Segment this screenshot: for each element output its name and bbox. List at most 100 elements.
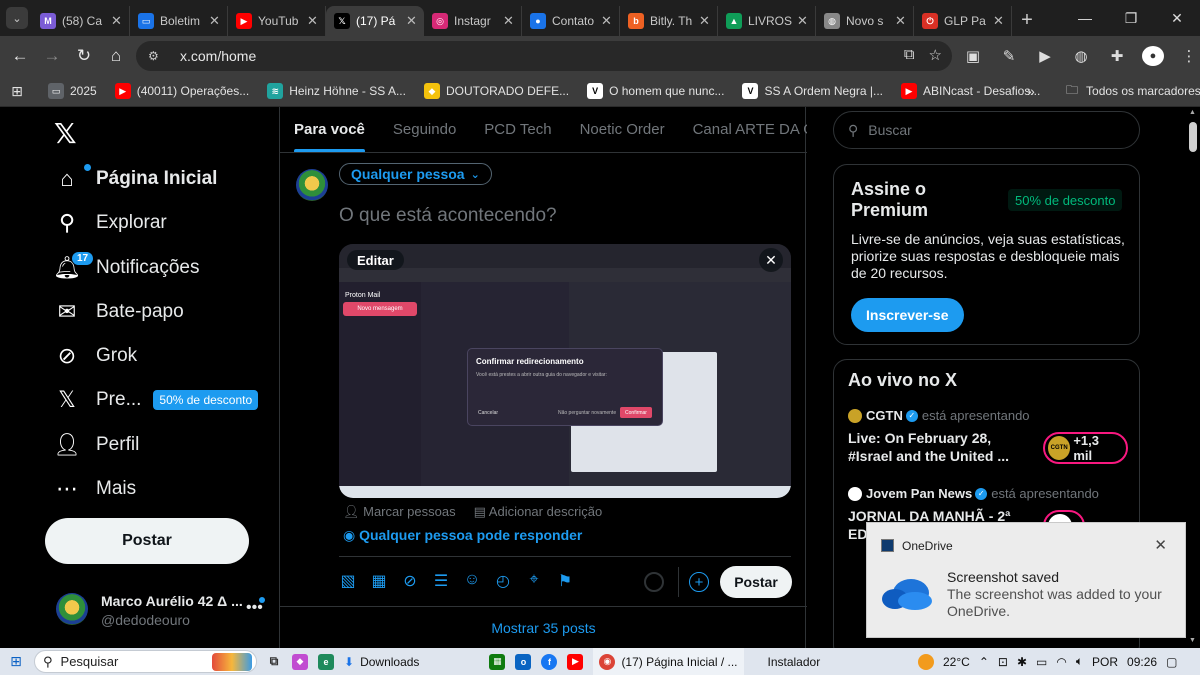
bookmark-star-icon[interactable]: ☆ [929, 46, 942, 64]
compose-input[interactable]: O que está acontecendo? [339, 205, 557, 227]
clock[interactable]: 09:26 [1127, 655, 1157, 669]
minimize-icon[interactable]: — [1062, 10, 1108, 26]
installer-button[interactable]: Instalador [768, 655, 821, 669]
reply-settings[interactable]: ◉ Qualquer pessoa pode responder [343, 527, 582, 544]
store-icon[interactable]: ▦ [489, 653, 506, 670]
add-thread-button[interactable]: + [689, 572, 709, 592]
puzzle-icon[interactable]: ✚ [1106, 47, 1128, 65]
close-tab-icon[interactable]: ✕ [601, 13, 613, 29]
bookmark-item[interactable]: V SS A Ordem Negra |... [742, 83, 883, 99]
extension-icon[interactable]: ▣ [962, 47, 984, 65]
all-bookmarks[interactable]: 🗀 Todos os marcadores [1066, 81, 1200, 102]
account-switcher[interactable]: Marco Aurélio 42 Δ ... @dedodeouro ••• [54, 591, 274, 631]
close-tab-icon[interactable]: ✕ [503, 13, 515, 29]
address-bar[interactable]: ⚙ x.com/home ⧉ ☆ [136, 41, 952, 71]
grok-icon[interactable]: ⊘ [401, 571, 419, 591]
network-icon[interactable]: ⊡ [998, 655, 1008, 669]
browser-tab[interactable]: ⏻ GLP Pa ✕ [914, 6, 1012, 36]
notifications-icon[interactable]: ▢ [1166, 655, 1177, 669]
scroll-thumb[interactable] [1189, 122, 1197, 152]
page-scrollbar[interactable]: ▲ ▼ [1186, 107, 1200, 648]
feed-tab[interactable]: Canal ARTE DA GUERRA [679, 107, 807, 152]
bluetooth-icon[interactable]: ✱ [1017, 655, 1027, 669]
weather-temp[interactable]: 22°C [943, 655, 970, 669]
schedule-icon[interactable]: ◴ [494, 571, 512, 591]
flag-icon[interactable]: ⚑ [556, 571, 574, 591]
taskbar-search[interactable]: ⚲ Pesquisar [34, 650, 257, 673]
close-tab-icon[interactable]: ✕ [209, 13, 221, 29]
bookmark-item[interactable]: VO homem que nunc... [587, 83, 724, 99]
feed-tab[interactable]: Seguindo [379, 107, 470, 152]
browser-tab[interactable]: ▶ YouTub ✕ [228, 6, 326, 36]
feed-tab[interactable]: Para você [280, 107, 379, 152]
browser-menu-icon[interactable]: ⋮ [1178, 47, 1200, 65]
submit-post-button[interactable]: Postar [720, 566, 792, 598]
feed-tab[interactable]: Noetic Order [566, 107, 679, 152]
play-extension-icon[interactable]: ▶ [1034, 47, 1056, 65]
close-tab-icon[interactable]: ✕ [797, 13, 809, 29]
close-tab-icon[interactable]: ✕ [406, 13, 418, 29]
task-view-icon[interactable]: ⧉ [266, 654, 282, 670]
bookmark-item[interactable]: ◆ DOUTORADO DEFE... [423, 83, 569, 99]
browser-tab[interactable]: ● Contato ✕ [522, 6, 620, 36]
folder-icon[interactable]: ▭ [1036, 655, 1047, 669]
browser-tab[interactable]: ▭ Boletim ✕ [130, 6, 228, 36]
close-tab-icon[interactable]: ✕ [111, 13, 123, 29]
nav-item-x[interactable]: 𝕏 Pre... 50% de desconto [54, 380, 259, 420]
apps-grid-icon[interactable]: ⊞ [0, 83, 34, 100]
nav-item-mail[interactable]: ✉ Bate-papo [54, 292, 184, 332]
bookmark-item[interactable]: ≋ Heinz Höhne - SS A... [267, 83, 406, 99]
bookmark-item[interactable]: ▶ (40011) Operações... [114, 83, 249, 99]
edge-icon[interactable]: e [318, 653, 334, 670]
nav-item-bell[interactable]: 🔔︎ 17 Notificações [53, 248, 200, 288]
close-window-icon[interactable]: ✕ [1154, 10, 1200, 27]
close-icon[interactable]: ✕ [1154, 536, 1167, 554]
nav-item-more-circle[interactable]: ⋯ Mais [54, 469, 136, 509]
tag-people-button[interactable]: 👤︎ Marcar pessoas [343, 504, 456, 520]
more-bookmarks-icon[interactable]: » [1027, 83, 1035, 99]
image-icon[interactable]: ▧ [339, 571, 357, 591]
language-indicator[interactable]: POR [1092, 655, 1118, 669]
remove-image-icon[interactable]: ✕ [759, 248, 783, 272]
poll-icon[interactable]: ☰ [432, 571, 450, 591]
location-icon[interactable]: ⌖ [525, 571, 543, 591]
close-tab-icon[interactable]: ✕ [307, 13, 319, 29]
youtube-icon[interactable]: ▶ [567, 653, 584, 670]
close-tab-icon[interactable]: ✕ [699, 13, 711, 29]
live-item[interactable]: CGTN ✓ está apresentando Live: On Februa… [848, 408, 1128, 465]
browser-tab[interactable]: 𝕏 (17) Pá ✕ [326, 6, 424, 36]
browser-tab[interactable]: ◍ Novo s ✕ [816, 6, 914, 36]
new-tab-button[interactable]: + [1012, 9, 1042, 32]
outlook-icon[interactable]: o [515, 653, 532, 670]
profile-icon[interactable]: ● [1142, 46, 1164, 66]
reload-icon[interactable]: ↻ [68, 46, 100, 66]
downloads-button[interactable]: ⬇ Downloads [344, 655, 419, 669]
close-tab-icon[interactable]: ✕ [895, 13, 907, 29]
bookmark-item[interactable]: ▶ ABINcast - Desafios... [900, 83, 1040, 99]
close-tab-icon[interactable]: ✕ [993, 13, 1005, 29]
show-more-posts[interactable]: Mostrar 35 posts [280, 606, 807, 648]
nav-item-search[interactable]: ⚲ Explorar [54, 203, 167, 243]
gif-icon[interactable]: ▦ [370, 571, 388, 591]
scroll-up-icon[interactable]: ▲ [1189, 109, 1196, 116]
browser-tab[interactable]: M (58) Ca ✕ [32, 6, 130, 36]
bookmark-item[interactable]: ▭ 2025 [48, 83, 97, 99]
scroll-down-icon[interactable]: ▼ [1189, 637, 1196, 644]
wifi-icon[interactable]: ◠ [1056, 655, 1066, 669]
site-info-icon[interactable]: ⚙ [148, 49, 168, 63]
volume-icon[interactable]: 🔈︎ [1076, 654, 1083, 669]
back-icon[interactable]: ← [4, 46, 36, 66]
shield-extension-icon[interactable]: ◍ [1070, 47, 1092, 65]
browser-tab[interactable]: b Bitly. Th ✕ [620, 6, 718, 36]
chevron-up-icon[interactable]: ⌃ [979, 655, 989, 669]
audience-selector[interactable]: Qualquer pessoa ⌄ [339, 163, 492, 185]
emoji-icon[interactable]: ☺ [463, 571, 481, 591]
forward-icon[interactable]: → [36, 46, 68, 66]
home-browser-icon[interactable]: ⌂ [100, 46, 132, 66]
chrome-window-button[interactable]: ◉ (17) Página Inicial / ... [593, 648, 744, 675]
subscribe-button[interactable]: Inscrever-se [851, 298, 964, 332]
add-description-button[interactable]: ▤ Adicionar descrição [474, 504, 603, 520]
restore-icon[interactable]: ❐ [1108, 10, 1154, 27]
edit-image-button[interactable]: Editar [347, 250, 404, 270]
search-input[interactable]: ⚲ Buscar [833, 111, 1140, 149]
